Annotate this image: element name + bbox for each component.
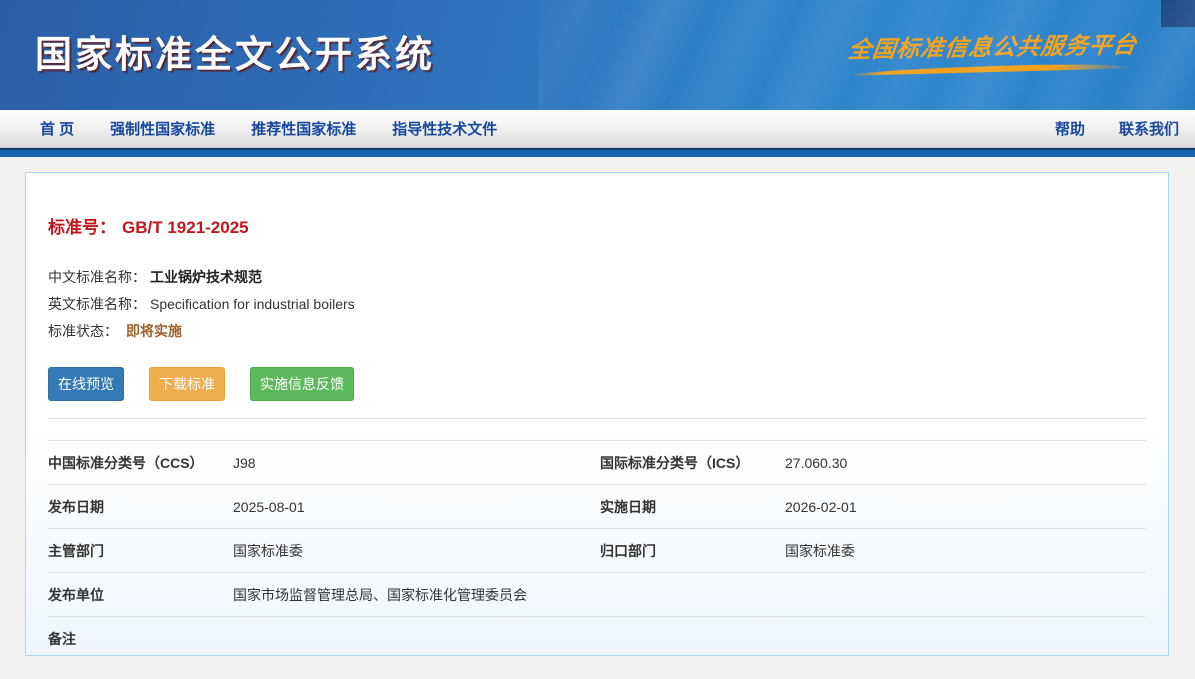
competent-dept-label: 主管部门: [48, 542, 104, 559]
ccs-pair: 中国标准分类号（CCS） J98: [48, 453, 600, 473]
en-name-line: 英文标准名称： Specification for industrial boil…: [48, 291, 1146, 318]
nav-left-group: 首 页 强制性国家标准 推荐性国家标准 指导性技术文件: [40, 118, 497, 139]
nav-blue-divider-bar: [0, 148, 1195, 157]
centralized-dept-value: 国家标准委: [785, 542, 855, 559]
implement-date-label: 实施日期: [600, 498, 656, 515]
header-banner: 国家标准全文公开系统 全国标准信息公共服务平台: [0, 0, 1195, 110]
platform-logo: 全国标准信息公共服务平台: [843, 28, 1143, 76]
publisher-pair: 发布单位 国家市场监督管理总局、国家标准化管理委员会: [48, 585, 1146, 605]
status-badge: 即将实施: [126, 323, 182, 339]
en-name-label: 英文标准名称：: [48, 296, 146, 312]
cn-name-label: 中文标准名称：: [48, 269, 146, 285]
publisher-label: 发布单位: [48, 586, 104, 603]
implementation-feedback-button[interactable]: 实施信息反馈: [250, 367, 354, 401]
table-row: 发布日期 2025-08-01 实施日期 2026-02-01: [48, 485, 1146, 529]
table-row: 发布单位 国家市场监督管理总局、国家标准化管理委员会: [48, 573, 1146, 617]
nav-right-group: 帮助 联系我们: [1055, 118, 1179, 139]
publisher-value: 国家市场监督管理总局、国家标准化管理委员会: [233, 586, 527, 603]
nav-item-help[interactable]: 帮助: [1055, 118, 1085, 139]
table-row: 主管部门 国家标准委 归口部门 国家标准委: [48, 529, 1146, 573]
section-divider: [48, 418, 1146, 419]
remarks-label: 备注: [48, 631, 76, 647]
cn-name-value: 工业锅炉技术规范: [150, 269, 262, 285]
ccs-value: J98: [233, 454, 256, 471]
cn-name-line: 中文标准名称： 工业锅炉技术规范: [48, 264, 1146, 291]
online-preview-button[interactable]: 在线预览: [48, 367, 124, 401]
nav-item-mandatory-standards[interactable]: 强制性国家标准: [110, 118, 215, 139]
platform-logo-text: 全国标准信息公共服务平台: [846, 31, 1139, 64]
remarks-pair: 备注: [48, 629, 1146, 649]
competent-dept-value: 国家标准委: [233, 542, 303, 559]
competent-dept-pair: 主管部门 国家标准委: [48, 541, 600, 561]
table-row: 备注: [48, 617, 1146, 661]
standard-number-line: 标准号： GB/T 1921-2025: [48, 213, 1146, 238]
status-line: 标准状态： 即将实施: [48, 318, 1146, 345]
publish-date-pair: 发布日期 2025-08-01: [48, 497, 600, 517]
nav-item-home[interactable]: 首 页: [40, 118, 74, 139]
implement-date-value: 2026-02-01: [785, 498, 857, 515]
action-button-row: 在线预览 下载标准 实施信息反馈: [48, 367, 1146, 401]
en-name-value: Specification for industrial boilers: [150, 296, 355, 312]
ics-pair: 国际标准分类号（ICS） 27.060.30: [600, 453, 1146, 473]
centralized-dept-pair: 归口部门 国家标准委: [600, 541, 1146, 561]
nav-item-guiding-documents[interactable]: 指导性技术文件: [392, 118, 497, 139]
standard-details-table: 中国标准分类号（CCS） J98 国际标准分类号（ICS） 27.060.30 …: [48, 440, 1146, 661]
centralized-dept-label: 归口部门: [600, 542, 656, 559]
ccs-label: 中国标准分类号（CCS）: [48, 454, 204, 471]
standard-meta: 中文标准名称： 工业锅炉技术规范 英文标准名称： Specification for…: [48, 264, 1146, 345]
standard-number-value: GB/T 1921-2025: [122, 218, 249, 237]
platform-logo-underline: [851, 62, 1135, 76]
download-standard-button[interactable]: 下载标准: [149, 367, 225, 401]
nav-item-recommended-standards[interactable]: 推荐性国家标准: [251, 118, 356, 139]
table-row: 中国标准分类号（CCS） J98 国际标准分类号（ICS） 27.060.30: [48, 441, 1146, 485]
ics-value: 27.060.30: [785, 454, 848, 471]
main-nav: 首 页 强制性国家标准 推荐性国家标准 指导性技术文件 帮助 联系我们: [0, 110, 1195, 148]
nav-item-contact-us[interactable]: 联系我们: [1119, 118, 1179, 139]
banner-corner-decoration: [1161, 0, 1195, 27]
publish-date-value: 2025-08-01: [233, 498, 305, 515]
ics-label: 国际标准分类号（ICS）: [600, 454, 750, 471]
standard-detail-card: 标准号： GB/T 1921-2025 中文标准名称： 工业锅炉技术规范 英文标准名…: [25, 172, 1169, 656]
implement-date-pair: 实施日期 2026-02-01: [600, 497, 1146, 517]
standard-number-label: 标准号：: [48, 218, 116, 237]
site-title[interactable]: 国家标准全文公开系统: [35, 24, 435, 78]
publish-date-label: 发布日期: [48, 498, 104, 515]
status-label: 标准状态：: [48, 323, 118, 339]
